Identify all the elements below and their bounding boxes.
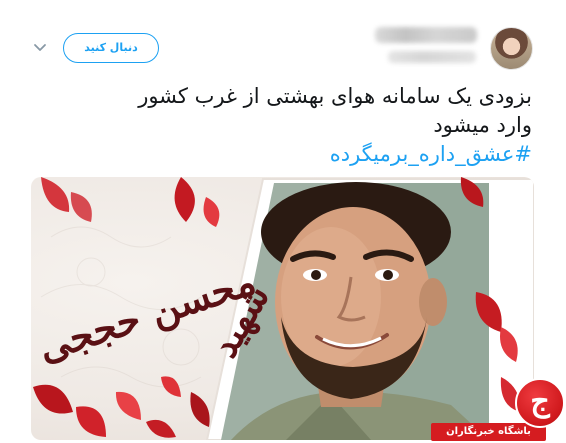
avatar[interactable] xyxy=(490,27,533,70)
tweet-text: بزودی یک سامانه هوای بهشتی از غرب کشور و… xyxy=(12,82,532,169)
watermark: باشگاه خبرنگاران ج xyxy=(431,378,566,443)
watermark-logo-icon: ج xyxy=(515,378,565,428)
follow-button[interactable]: دنبال کنید xyxy=(63,33,159,63)
tweet-card: دنبال کنید بزودی یک سامانه هوای بهشتی از… xyxy=(0,0,566,443)
tweet-text-line-2: وارد میشود xyxy=(433,113,532,137)
chevron-down-icon[interactable] xyxy=(32,40,48,56)
username-blurred[interactable] xyxy=(388,51,476,63)
hashtag-link[interactable]: #عشق_داره_برمیگرده xyxy=(12,140,532,169)
display-name-blurred[interactable] xyxy=(375,27,477,43)
tweet-text-line-1: بزودی یک سامانه هوای بهشتی از غرب کشور xyxy=(138,84,532,108)
calligraphy-title: شهید محسن حججی xyxy=(33,258,279,371)
